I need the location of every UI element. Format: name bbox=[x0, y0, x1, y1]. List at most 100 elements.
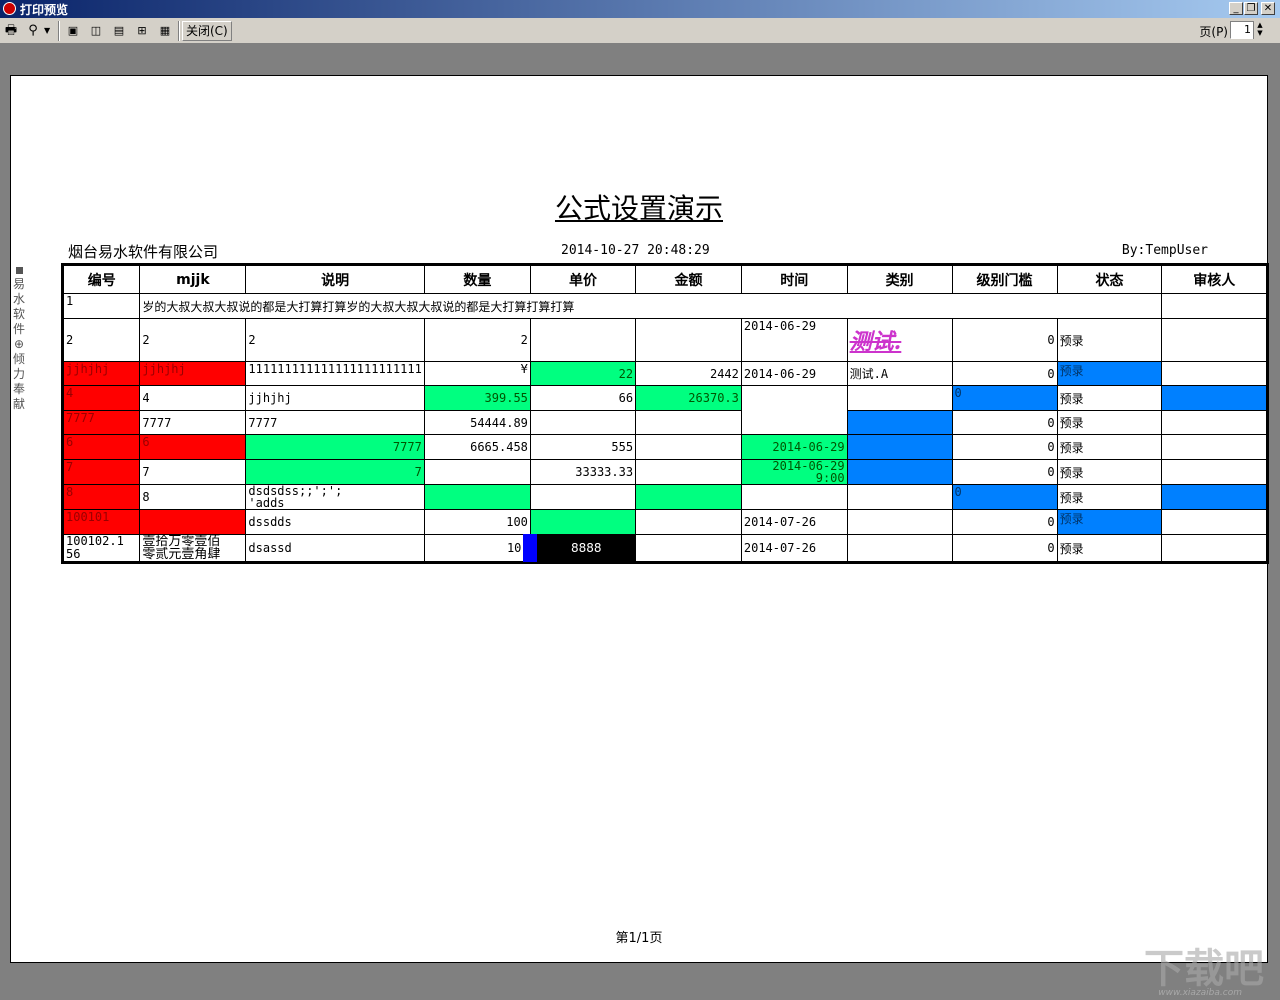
column-header: 编号 bbox=[62, 265, 141, 294]
table-cell: 0 bbox=[951, 484, 1058, 510]
side-char: 献 bbox=[12, 397, 25, 411]
close-preview-button[interactable]: 关闭(C) bbox=[182, 21, 232, 41]
table-cell: 7 bbox=[139, 459, 247, 485]
table-cell: 2 bbox=[245, 318, 425, 362]
table-cell: 10 bbox=[423, 534, 531, 562]
column-header: 金额 bbox=[635, 265, 742, 294]
table-cell: 预录 bbox=[1056, 509, 1163, 535]
zoom-dropdown-icon[interactable]: ▼ bbox=[44, 21, 50, 41]
side-char: 倾 bbox=[12, 352, 25, 366]
table-cell bbox=[1161, 293, 1267, 319]
table-cell bbox=[846, 459, 953, 485]
table-cell: 预录 bbox=[1056, 484, 1163, 510]
print-icon[interactable]: 🖶 bbox=[1, 21, 21, 41]
report-table: 编号 mjjk 说明 数量 单价 金额 时间 类别 级别门槛 状态 审核人 1 … bbox=[61, 263, 1269, 564]
table-cell: 2014-06-29 9:00 bbox=[740, 459, 848, 485]
zoom-icon[interactable]: ⚲ bbox=[23, 21, 43, 41]
page-spinner[interactable]: ▲ ▼ bbox=[1253, 21, 1266, 39]
table-cell: 8 bbox=[139, 484, 247, 510]
report-title: 公式设置演示 bbox=[554, 192, 723, 225]
table-cell bbox=[740, 385, 848, 435]
table-cell: dsdsdss;;';';'adds bbox=[245, 484, 425, 510]
two-pages-icon[interactable]: ◫ bbox=[86, 21, 106, 41]
side-char: 易 bbox=[12, 277, 25, 291]
restore-button[interactable]: ❐ bbox=[1244, 2, 1258, 15]
table-cell: 100101 bbox=[62, 509, 141, 535]
table-cell bbox=[423, 459, 531, 485]
title-bar: 打印预览 _ ❐ ✕ bbox=[0, 0, 1280, 18]
table-cell: 0 bbox=[951, 434, 1058, 460]
one-page-icon[interactable]: ▣ bbox=[63, 21, 83, 41]
table-cell: 111111111111111111111111 bbox=[245, 361, 425, 386]
table-cell: 54444.89 bbox=[423, 410, 531, 435]
app-icon bbox=[3, 2, 16, 15]
side-char: 水 bbox=[12, 292, 25, 306]
table-cell: 2 bbox=[423, 318, 531, 362]
three-pages-icon[interactable]: ▤ bbox=[109, 21, 129, 41]
table-cell bbox=[846, 484, 953, 510]
four-pages-icon[interactable]: ⊞ bbox=[132, 21, 152, 41]
table-cell bbox=[529, 410, 637, 435]
side-vertical-text: 易 水 软 件 ⊕ 倾 力 奉 献 bbox=[12, 265, 26, 412]
table-cell: 33333.33 bbox=[529, 459, 637, 485]
cell-line: 56 bbox=[66, 547, 81, 561]
table-cell bbox=[139, 509, 247, 535]
column-header: 时间 bbox=[740, 265, 848, 294]
table-cell: 555 bbox=[529, 434, 637, 460]
table-cell: 2014-06-29 bbox=[740, 434, 848, 460]
table-cell bbox=[1161, 361, 1267, 386]
table-cell bbox=[529, 509, 637, 535]
company-name: 烟台易水软件有限公司 bbox=[68, 243, 219, 261]
column-header: 级别门槛 bbox=[951, 265, 1058, 294]
table-cell bbox=[846, 509, 953, 535]
column-header: 类别 bbox=[846, 265, 953, 294]
cell-line: 9:00 bbox=[815, 471, 845, 485]
column-header: 状态 bbox=[1056, 265, 1163, 294]
table-cell bbox=[846, 534, 953, 562]
table-cell: 0 bbox=[951, 361, 1058, 386]
table-cell bbox=[635, 484, 742, 510]
table-cell: 8888 bbox=[523, 534, 637, 562]
table-row: 7777 7777 7777 54444.89 0 预录 bbox=[62, 410, 1267, 435]
toolbar-separator bbox=[178, 21, 180, 41]
page-footer: 第1/1页 bbox=[615, 931, 663, 946]
table-cell: 7777 bbox=[245, 410, 425, 435]
table-cell: 7777 bbox=[139, 410, 247, 435]
table-cell bbox=[1161, 385, 1267, 411]
table-cell: 测试.A bbox=[846, 361, 953, 386]
print-user: By:TempUser bbox=[1121, 243, 1208, 258]
table-cell: 2014-07-26 bbox=[740, 509, 848, 535]
table-cell: 0 bbox=[951, 318, 1058, 362]
report-page: 公式设置演示 烟台易水软件有限公司 2014-10-27 20:48:29 By… bbox=[10, 75, 1269, 963]
side-char: 软 bbox=[12, 307, 25, 321]
bullet-icon bbox=[15, 267, 23, 274]
table-cell: 预录 bbox=[1056, 434, 1163, 460]
table-row: 1 岁的大叔大叔大叔说的都是大打算打算岁的大叔大叔大叔说的都是大打算打算打算 bbox=[62, 293, 1267, 319]
table-row: jjhjhj jjhjhj 111111111111111111111111 ¥… bbox=[62, 361, 1267, 386]
table-cell bbox=[1161, 484, 1267, 510]
table-cell: 测试. bbox=[846, 318, 953, 362]
table-cell: 7 bbox=[245, 459, 425, 485]
table-cell: 预录 bbox=[1056, 318, 1163, 362]
table-cell: 22 bbox=[529, 361, 637, 386]
minimize-button[interactable]: _ bbox=[1229, 2, 1243, 15]
table-cell: 7777 bbox=[62, 410, 141, 435]
table-cell bbox=[1161, 509, 1267, 535]
table-cell bbox=[1161, 410, 1267, 435]
table-row: 6 6 7777 6665.458 555 2014-06-29 0 预录 bbox=[62, 434, 1267, 460]
six-pages-icon[interactable]: ▦ bbox=[155, 21, 175, 41]
table-cell: 0 bbox=[951, 385, 1058, 411]
table-cell: 2014-06-29 bbox=[740, 318, 848, 362]
table-row: 4 4 jjhjhj 399.55 66 26370.3 0 预录 bbox=[62, 385, 1267, 435]
table-cell bbox=[635, 318, 742, 362]
close-window-button[interactable]: ✕ bbox=[1261, 2, 1275, 15]
column-header: 审核人 bbox=[1161, 265, 1267, 294]
table-cell: 6 bbox=[62, 434, 141, 460]
watermark-url: www.xiazaiba.com bbox=[1158, 988, 1242, 998]
table-cell: 100 bbox=[423, 509, 531, 535]
cell-line: 100102.1 bbox=[66, 534, 124, 548]
column-header: 单价 bbox=[529, 265, 637, 294]
table-cell: 预录 bbox=[1056, 534, 1163, 562]
side-char: 力 bbox=[12, 367, 25, 381]
print-datetime: 2014-10-27 20:48:29 bbox=[561, 243, 710, 258]
